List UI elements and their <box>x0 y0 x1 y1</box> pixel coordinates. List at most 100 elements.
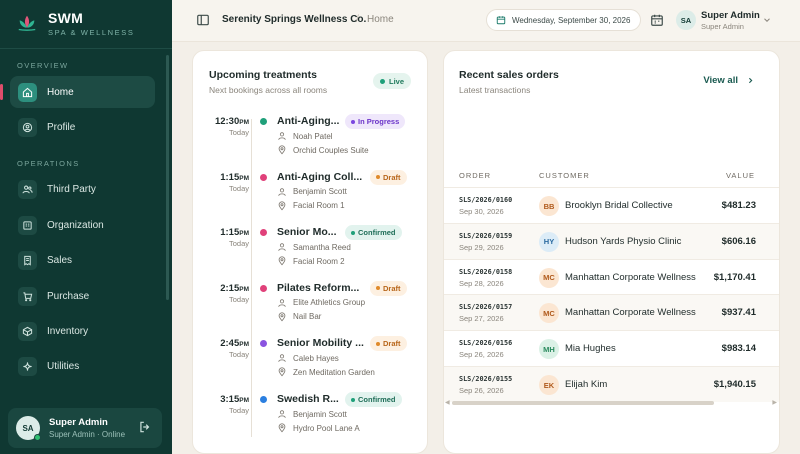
sidebar-item-label: Inventory <box>47 325 89 337</box>
brand[interactable]: SWM SPA & WELLNESS <box>16 10 134 37</box>
treatment-time: 1:15PM <box>220 171 249 183</box>
treatment-day: Today <box>228 350 249 360</box>
customer-name: Hudson Yards Physio Clinic <box>565 235 682 247</box>
treatment-row[interactable]: 2:15PM Today Pilates Reform... Draft Elite A… <box>193 280 427 339</box>
sidebar-item-label: Utilities <box>47 360 80 372</box>
treatment-row[interactable]: 2:45PM Today Senior Mobility ... Draft Caleb… <box>193 336 427 394</box>
user-icon <box>278 187 286 196</box>
sidebar-toggle-icon[interactable] <box>196 13 210 27</box>
order-number: SLS/2026/0155 <box>459 375 513 383</box>
order-value: $606.16 <box>721 235 756 247</box>
online-status-dot <box>34 434 41 441</box>
card-subtitle: Latest transactions <box>459 85 531 95</box>
user-icon <box>278 410 286 418</box>
sidebar-item-sales[interactable]: Sales <box>10 244 155 276</box>
user-circle-icon <box>18 117 37 137</box>
users-icon <box>18 179 37 199</box>
sidebar-item-purchase[interactable]: Purchase <box>10 280 155 312</box>
box-icon <box>18 321 37 341</box>
treatment-row[interactable]: 12:30PM Today Anti-Aging... In Progress Noah… <box>193 114 427 172</box>
treatment-person: Caleb Hayes <box>277 353 339 363</box>
order-value: $937.41 <box>721 307 756 319</box>
topbar-user-role: Super Admin <box>701 22 744 31</box>
column-header-customer[interactable]: CUSTOMER <box>539 171 590 180</box>
table-row[interactable]: SLS/2026/0160 Sep 30, 2026 BB Brooklyn Brid… <box>444 187 779 223</box>
user-icon <box>278 132 286 140</box>
brand-tagline: SPA & WELLNESS <box>48 28 135 37</box>
treatment-name: Pilates Reform... <box>277 281 360 294</box>
treatment-dot <box>260 396 267 403</box>
sidebar-item-label: Sales <box>47 254 73 266</box>
sidebar-scrollbar[interactable] <box>166 55 169 300</box>
treatment-time: 1:15PM <box>220 227 249 239</box>
breadcrumb-org[interactable]: Serenity Springs Wellness Co. <box>222 14 366 25</box>
order-date: Sep 27, 2026 <box>459 314 504 324</box>
customer-name: Mia Hughes <box>565 343 616 355</box>
status-badge: In Progress <box>345 114 406 129</box>
order-date: Sep 29, 2026 <box>459 242 504 252</box>
calendar-button-icon[interactable] <box>650 13 664 27</box>
treatment-row[interactable]: 1:15PM Today Anti-Aging Coll... Draft Benjam… <box>193 169 427 228</box>
customer-name: Manhattan Corporate Wellness <box>565 271 696 283</box>
status-badge: Draft <box>370 336 407 352</box>
sidebar-divider <box>0 48 172 49</box>
scroll-right-icon[interactable]: ▶ <box>772 399 777 406</box>
customer-name: Brooklyn Bridal Collective <box>565 200 673 211</box>
status-dot <box>376 341 380 346</box>
status-dot <box>376 286 380 291</box>
location-pin-icon <box>278 201 286 210</box>
table-row[interactable]: SLS/2026/0156 Sep 26, 2026 MH Mia Hughes $98… <box>444 330 779 366</box>
treatment-person: Benjamin Scott <box>277 187 347 197</box>
table-row[interactable]: SLS/2026/0157 Sep 27, 2026 MC Manhattan Cor… <box>444 294 779 331</box>
customer-avatar: MH <box>539 339 559 360</box>
topbar-user-name: Super Admin <box>701 10 760 21</box>
order-value: $983.14 <box>721 343 756 355</box>
treatment-time: 2:15PM <box>220 282 249 294</box>
treatment-row[interactable]: 3:15PM Today Swedish R... Confirmed Benjamin… <box>193 392 427 450</box>
live-label: Live <box>388 76 404 86</box>
sidebar-item-utilities[interactable]: Utilities <box>10 350 155 382</box>
sparkle-icon <box>18 356 37 376</box>
sidebar-item-label: Profile <box>47 121 76 133</box>
sidebar-item-organization[interactable]: Organization <box>10 209 155 241</box>
sidebar-item-inventory[interactable]: Inventory <box>10 315 155 347</box>
treatment-name: Anti-Aging Coll... <box>277 170 363 183</box>
chevron-down-icon[interactable] <box>762 15 772 25</box>
column-header-order[interactable]: ORDER <box>459 171 491 180</box>
table-row[interactable]: SLS/2026/0159 Sep 29, 2026 HY Hudson Yards … <box>444 222 779 259</box>
topbar-avatar[interactable]: SA <box>676 10 696 30</box>
customer-name: Manhattan Corporate Wellness <box>565 307 696 319</box>
order-value: $1,170.41 <box>713 271 756 283</box>
sidebar-item-label: Purchase <box>47 290 90 302</box>
horizontal-scrollbar[interactable] <box>452 401 714 405</box>
sidebar-item-label: Home <box>47 86 74 98</box>
column-header-value[interactable]: VALUE <box>726 171 755 180</box>
sidebar-item-third-party[interactable]: Third Party <box>10 173 155 205</box>
table-row[interactable]: SLS/2026/0155 Sep 26, 2026 EK Elijah Kim $1,… <box>444 366 779 402</box>
order-number: SLS/2026/0156 <box>459 339 513 348</box>
sidebar-item-home[interactable]: Home <box>0 76 155 108</box>
order-date: Sep 30, 2026 <box>459 207 504 216</box>
order-number: SLS/2026/0157 <box>459 303 513 312</box>
sidebar-item-profile[interactable]: Profile <box>10 111 155 143</box>
status-dot <box>351 397 355 402</box>
location-pin-icon <box>278 423 286 433</box>
treatment-row[interactable]: 1:15PM Today Senior Mo... Confirmed Samantha… <box>193 225 427 283</box>
topbar-user[interactable]: Super Admin Super Admin <box>701 10 760 31</box>
table-row[interactable]: SLS/2026/0158 Sep 28, 2026 MC Manhattan Cor… <box>444 258 779 295</box>
scroll-left-icon[interactable]: ◀ <box>445 399 450 406</box>
date-display[interactable]: Wednesday, September 30, 2026 <box>486 9 641 31</box>
user-status: Super Admin · Online <box>49 430 126 439</box>
logout-icon[interactable] <box>138 420 152 434</box>
status-badge: Draft <box>370 169 407 185</box>
treatment-room: Facial Room 2 <box>277 256 345 266</box>
sidebar-user-card[interactable]: SA Super Admin Super Admin · Online <box>8 408 162 448</box>
treatment-room: Nail Bar <box>277 312 321 322</box>
home-icon <box>18 82 37 102</box>
treatment-time: 2:45PM <box>220 338 249 350</box>
order-value: $1,940.15 <box>713 379 756 390</box>
view-all-link[interactable]: View all <box>703 75 755 86</box>
view-all-label: View all <box>703 75 738 86</box>
treatment-day: Today <box>228 294 249 304</box>
order-number: SLS/2026/0160 <box>459 196 513 204</box>
